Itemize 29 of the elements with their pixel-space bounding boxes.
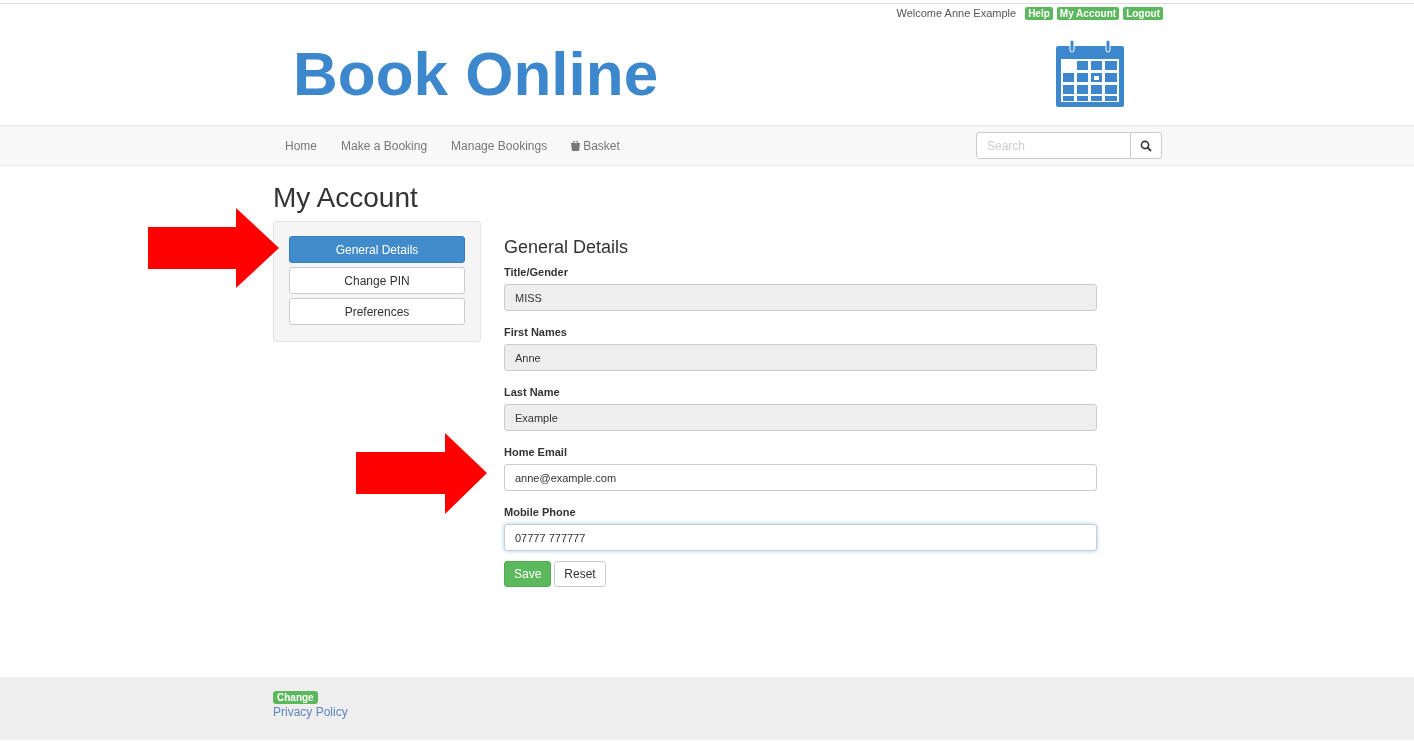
logo-text: Book Online (293, 42, 659, 105)
nav-link[interactable]: Basket (559, 136, 632, 155)
top-link[interactable]: Logout (1123, 6, 1163, 20)
field-label: Mobile Phone (504, 505, 577, 519)
field-label: First Names (504, 325, 568, 339)
top-link[interactable]: My Account (1056, 6, 1120, 20)
privacy-policy-link[interactable]: Privacy Policy (273, 704, 348, 720)
welcome-text: Welcome Anne Example (896, 5, 1017, 21)
search-button[interactable] (1131, 132, 1162, 159)
field-label: Home Email (504, 445, 568, 459)
field-label: Last Name (504, 385, 561, 399)
nav-link[interactable]: Manage Bookings (439, 136, 560, 155)
save-button[interactable]: Save (504, 561, 552, 587)
nav-link[interactable]: Make a Booking (329, 136, 440, 155)
menu-tab[interactable]: Change PIN (289, 267, 465, 294)
change-badge[interactable]: Change (273, 691, 318, 704)
reset-button[interactable]: Reset (554, 561, 606, 587)
search-icon (1140, 139, 1152, 152)
nav-link[interactable]: Home (273, 136, 329, 155)
input-field[interactable]: 07777 777777 (504, 524, 1097, 551)
top-link[interactable]: Help (1025, 6, 1053, 20)
input-field[interactable]: anne@example.com (504, 464, 1097, 491)
calendar-icon (1055, 39, 1125, 108)
form-title: General Details (504, 237, 630, 257)
menu-tab[interactable]: General Details (289, 236, 465, 263)
basket-icon (571, 140, 581, 151)
field-label: Title/Gender (504, 265, 569, 279)
page-title: My Account (273, 182, 419, 214)
menu-tab[interactable]: Preferences (289, 298, 465, 325)
